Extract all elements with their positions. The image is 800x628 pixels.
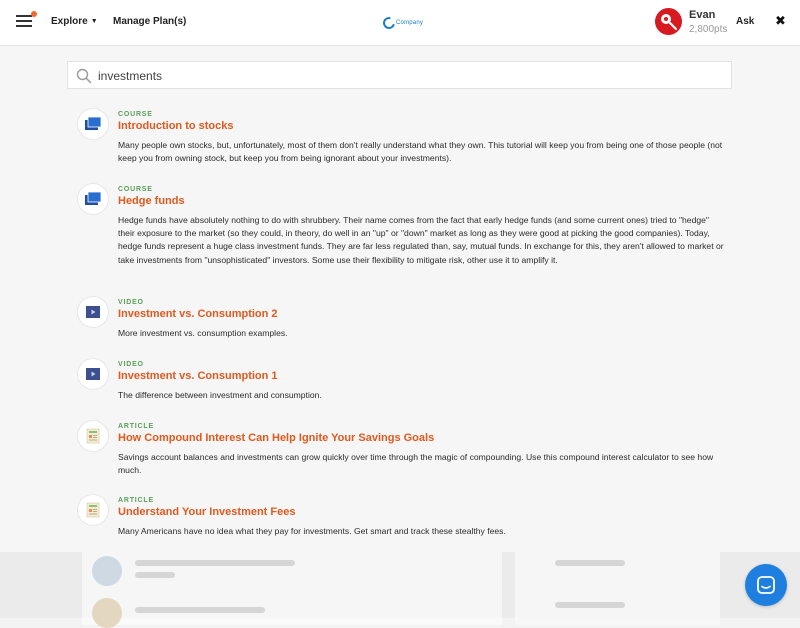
ask-button[interactable]: Ask — [736, 16, 754, 27]
top-navigation-bar: Explore ▼ Manage Plan(s) Company Evan 2,8… — [0, 0, 800, 46]
hamburger-menu-icon[interactable] — [16, 11, 37, 29]
explore-menu[interactable]: Explore ▼ — [51, 16, 98, 27]
result-description: More investment vs. consumption examples… — [118, 328, 288, 338]
background-avatar — [92, 598, 122, 628]
result-title-link[interactable]: How Compound Interest Can Help Ignite Yo… — [118, 432, 434, 444]
manage-plans-link[interactable]: Manage Plan(s) — [113, 16, 186, 27]
result-title-link[interactable]: Investment vs. Consumption 1 — [118, 370, 278, 382]
course-icon — [78, 184, 108, 214]
result-type: VIDEO — [118, 299, 144, 306]
background-text — [135, 607, 265, 613]
chat-button[interactable] — [745, 564, 787, 606]
user-name[interactable]: Evan — [689, 9, 715, 21]
background-avatar — [92, 556, 122, 586]
article-icon — [78, 495, 108, 525]
logo-mark-icon — [380, 14, 398, 32]
explore-label: Explore — [51, 16, 88, 27]
result-description: Savings account balances and investments… — [118, 452, 714, 476]
background-text — [555, 602, 625, 608]
logo-text: Company — [396, 20, 424, 26]
search-bar[interactable] — [67, 61, 732, 89]
result-type: ARTICLE — [118, 497, 154, 504]
result-title-link[interactable]: Investment vs. Consumption 2 — [118, 308, 278, 320]
result-description: Many people own stocks, but, unfortunate… — [118, 140, 723, 164]
company-logo[interactable]: Company — [380, 14, 424, 32]
background-activity-list — [0, 552, 800, 628]
close-icon[interactable]: ✖ — [775, 14, 786, 27]
notification-dot — [31, 11, 37, 17]
result-type: COURSE — [118, 111, 153, 118]
result-type: ARTICLE — [118, 423, 154, 430]
article-icon — [78, 421, 108, 451]
search-results-overlay: COURSE Introduction to stocks Many peopl… — [0, 45, 800, 552]
background-text — [135, 560, 295, 566]
video-icon — [78, 297, 108, 327]
user-points: 2,800pts — [689, 24, 728, 35]
search-icon — [76, 68, 92, 84]
result-description: Hedge funds have absolutely nothing to d… — [118, 215, 724, 265]
result-title-link[interactable]: Hedge funds — [118, 195, 185, 207]
pin-avatar-icon — [661, 14, 678, 31]
video-icon — [78, 359, 108, 389]
result-description: The difference between investment and co… — [118, 390, 322, 400]
background-text — [135, 572, 175, 578]
chat-icon — [757, 576, 775, 594]
search-input[interactable] — [98, 66, 718, 86]
result-type: COURSE — [118, 186, 153, 193]
background-text — [555, 560, 625, 566]
result-title-link[interactable]: Understand Your Investment Fees — [118, 506, 295, 518]
user-avatar[interactable] — [655, 8, 682, 35]
result-type: VIDEO — [118, 361, 144, 368]
course-icon — [78, 109, 108, 139]
result-title-link[interactable]: Introduction to stocks — [118, 120, 234, 132]
chevron-down-icon: ▼ — [90, 18, 98, 25]
result-description: Many Americans have no idea what they pa… — [118, 526, 506, 536]
